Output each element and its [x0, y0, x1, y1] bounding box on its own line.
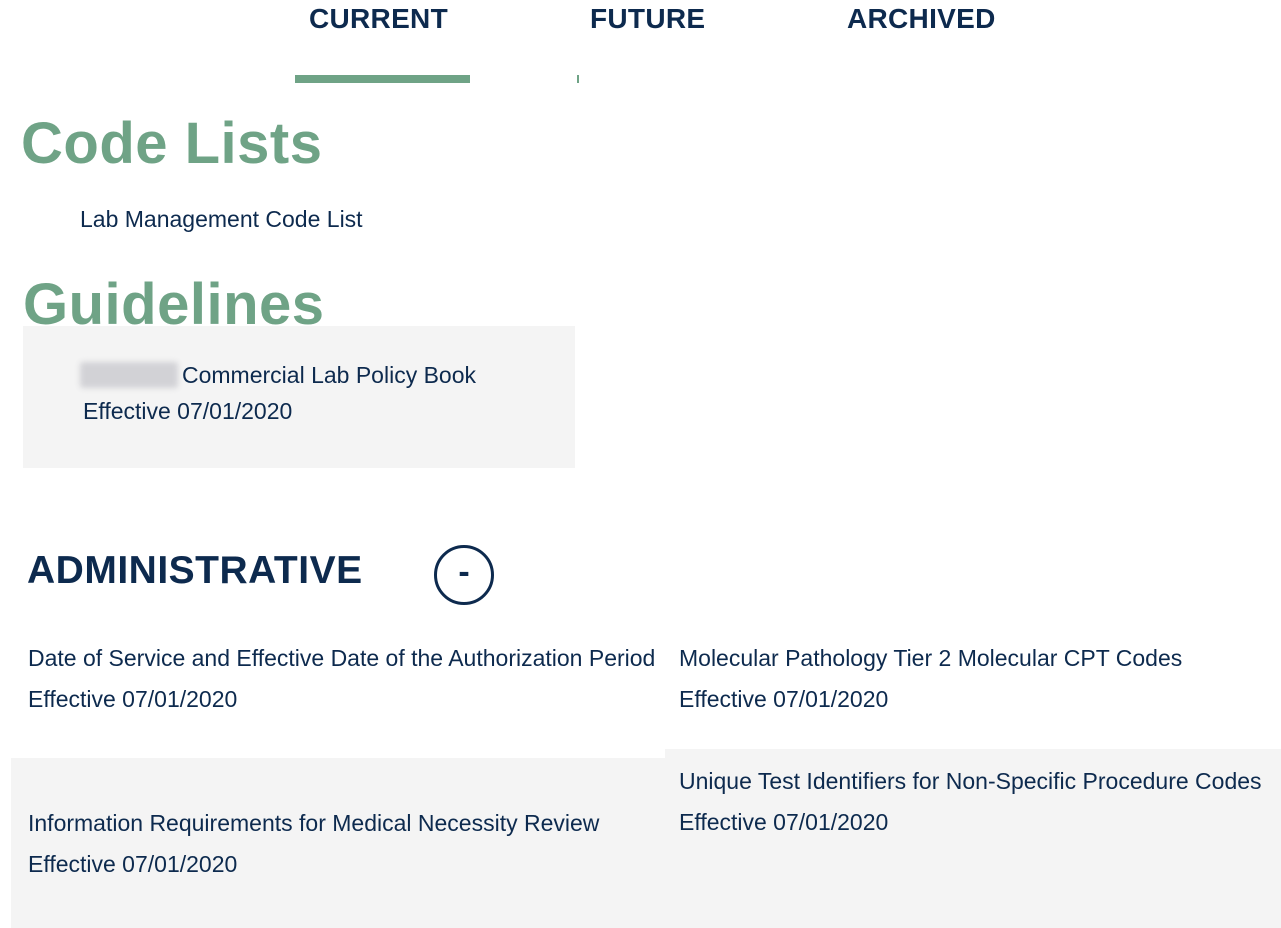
- list-item: Unique Test Identifiers for Non-Specific…: [679, 761, 1269, 843]
- effective-date: Effective 07/01/2020: [28, 686, 238, 712]
- effective-date: Effective 07/01/2020: [679, 686, 889, 712]
- molecular-pathology-link[interactable]: Molecular Pathology Tier 2 Molecular CPT…: [679, 638, 1269, 679]
- list-item: Information Requirements for Medical Nec…: [28, 803, 628, 885]
- tab-archived[interactable]: ARCHIVED: [847, 3, 996, 35]
- minus-icon: -: [458, 553, 470, 591]
- tab-future[interactable]: FUTURE: [590, 3, 705, 35]
- commercial-lab-policy-book-link[interactable]: Commercial Lab Policy Book: [182, 362, 476, 389]
- redacted-brand-name: [80, 362, 178, 388]
- effective-date: Effective 07/01/2020: [83, 398, 293, 424]
- tab-divider: [577, 75, 579, 83]
- date-of-service-link[interactable]: Date of Service and Effective Date of th…: [28, 638, 668, 679]
- effective-date: Effective 07/01/2020: [679, 809, 889, 835]
- active-tab-indicator: [295, 75, 470, 83]
- list-item: Date of Service and Effective Date of th…: [28, 638, 668, 720]
- tab-current[interactable]: CURRENT: [309, 3, 448, 35]
- collapse-button[interactable]: -: [434, 545, 494, 605]
- unique-test-identifiers-link[interactable]: Unique Test Identifiers for Non-Specific…: [679, 761, 1269, 802]
- effective-date: Effective 07/01/2020: [28, 851, 238, 877]
- policy-tabs: CURRENT FUTURE ARCHIVED: [0, 0, 1281, 100]
- lab-management-code-list-link[interactable]: Lab Management Code List: [80, 206, 363, 233]
- code-lists-heading: Code Lists: [21, 111, 323, 176]
- guideline-card: Commercial Lab Policy Book Effective 07/…: [23, 326, 575, 468]
- list-item: Molecular Pathology Tier 2 Molecular CPT…: [679, 638, 1269, 720]
- administrative-heading: ADMINISTRATIVE: [27, 549, 363, 592]
- information-requirements-link[interactable]: Information Requirements for Medical Nec…: [28, 803, 628, 844]
